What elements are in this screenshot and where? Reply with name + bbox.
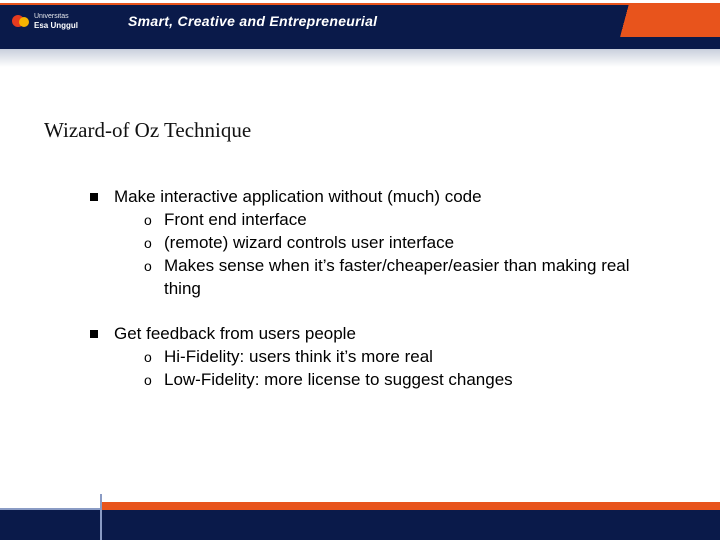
logo-mark-icon (12, 12, 30, 30)
sub-bullet-text: (remote) wizard controls user interface (164, 232, 454, 255)
footer-divider (100, 494, 102, 540)
bullet-text: Get feedback from users people (114, 323, 356, 346)
footer-orange-strip (100, 502, 720, 510)
brand-logo: Universitas Esa Unggul (8, 9, 108, 33)
square-bullet-icon (90, 193, 98, 201)
circle-bullet-icon: o (144, 346, 164, 369)
square-bullet-icon (90, 330, 98, 338)
bullet-item: Get feedback from users people o Hi-Fide… (90, 323, 660, 392)
header-gradient (0, 49, 720, 67)
footer-navy-strip (0, 510, 720, 540)
circle-bullet-icon: o (144, 209, 164, 232)
sub-bullet-text: Hi-Fidelity: users think it’s more real (164, 346, 433, 369)
sub-bullet-text: Low-Fidelity: more license to suggest ch… (164, 369, 513, 392)
tagline: Smart, Creative and Entrepreneurial (128, 13, 377, 29)
footer-band (0, 502, 720, 540)
header-navy-strip (0, 37, 720, 49)
sub-bullet-item: o Low-Fidelity: more license to suggest … (144, 369, 660, 392)
bullet-text: Make interactive application without (mu… (114, 186, 482, 209)
bullet-item: Make interactive application without (mu… (90, 186, 660, 301)
sub-bullet-text: Front end interface (164, 209, 307, 232)
slide-title: Wizard-of Oz Technique (44, 118, 251, 143)
brand-name: Esa Unggul (34, 21, 78, 30)
circle-bullet-icon: o (144, 232, 164, 255)
circle-bullet-icon: o (144, 369, 164, 392)
brand-text: Universitas Esa Unggul (34, 12, 78, 30)
sub-bullet-item: o (remote) wizard controls user interfac… (144, 232, 660, 255)
sub-bullet-text: Makes sense when it’s faster/cheaper/eas… (164, 255, 660, 301)
sub-bullet-item: o Hi-Fidelity: users think it’s more rea… (144, 346, 660, 369)
sub-bullet-item: o Makes sense when it’s faster/cheaper/e… (144, 255, 660, 301)
sub-bullet-item: o Front end interface (144, 209, 660, 232)
circle-bullet-icon: o (144, 255, 164, 301)
header-wedge (610, 5, 720, 37)
content-area: Make interactive application without (mu… (90, 186, 660, 414)
brand-top: Universitas (34, 12, 78, 21)
